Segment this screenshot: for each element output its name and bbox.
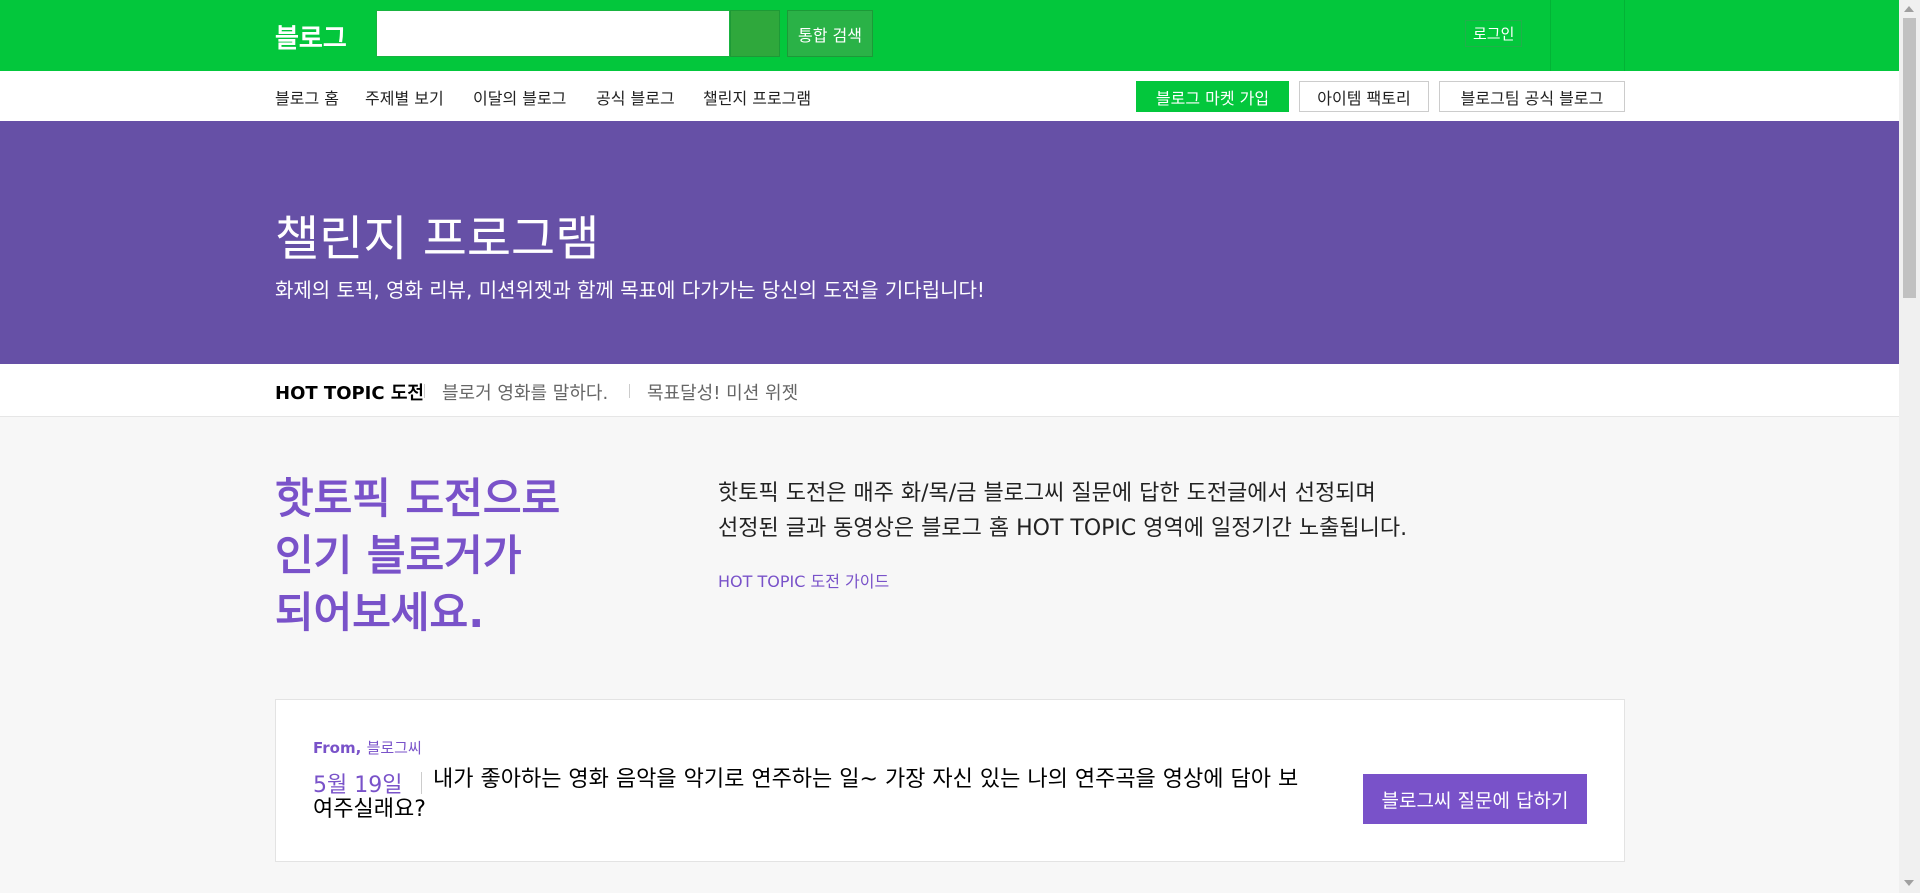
login-button[interactable]: 로그인 xyxy=(1465,20,1523,47)
main-nav: 블로그 홈 주제별 보기 이달의 블로그 공식 블로그 챌린지 프로그램 블로그… xyxy=(0,71,1899,125)
nav-item-blog-home[interactable]: 블로그 홈 xyxy=(275,85,339,109)
from-name: 블로그씨 xyxy=(366,739,422,757)
nav-item-by-topic[interactable]: 주제별 보기 xyxy=(365,85,444,109)
scroll-down-icon[interactable] xyxy=(1904,880,1914,886)
intro-headline-line: 인기 블로거가 xyxy=(275,531,522,580)
intro-description-line: 선정된 글과 동영상은 블로그 홈 HOT TOPIC 영역에 일정기간 노출됩… xyxy=(718,516,1408,541)
challenge-tabs: HOT TOPIC 도전 블로거 영화를 말하다. 목표달성! 미션 위젯 xyxy=(0,364,1899,417)
intro-headline-line: 핫토픽 도전으로 xyxy=(275,474,561,523)
page-subtitle: 화제의 토픽, 영화 리뷰, 미션위젯과 함께 목표에 다가가는 당신의 도전을… xyxy=(275,278,985,302)
scroll-thumb[interactable] xyxy=(1903,18,1916,298)
from-prefix: From, xyxy=(313,739,362,757)
hero-banner: 챌린지 프로그램 화제의 토픽, 영화 리뷰, 미션위젯과 함께 목표에 다가가… xyxy=(0,121,1899,364)
answer-question-button[interactable]: 블로그씨 질문에 답하기 xyxy=(1363,774,1587,824)
tab-divider xyxy=(424,384,425,398)
intro-description-line: 핫토픽 도전은 매주 화/목/금 블로그씨 질문에 답한 도전글에서 선정되며 xyxy=(718,481,1376,506)
nav-item-challenge-program[interactable]: 챌린지 프로그램 xyxy=(703,85,812,125)
page-title: 챌린지 프로그램 xyxy=(275,211,600,267)
scroll-up-icon[interactable] xyxy=(1904,6,1914,12)
nav-item-official-blog[interactable]: 공식 블로그 xyxy=(596,85,675,109)
tab-hot-topic[interactable]: HOT TOPIC 도전 xyxy=(275,379,424,405)
blogc-question-card: From, 블로그씨 5월 19일 내가 좋아하는 영화 음악을 악기로 연주하… xyxy=(275,699,1625,862)
question-text: 내가 좋아하는 영화 음악을 악기로 연주하는 일~ 가장 자신 있는 나의 연… xyxy=(313,767,1299,822)
vertical-scrollbar[interactable] xyxy=(1899,0,1920,893)
unified-search-button[interactable]: 통합 검색 xyxy=(787,10,873,57)
search-button[interactable] xyxy=(730,10,780,57)
from-label: From, 블로그씨 xyxy=(313,737,422,758)
blog-team-official-button[interactable]: 블로그팀 공식 블로그 xyxy=(1439,81,1625,112)
blog-logo[interactable]: 블로그 xyxy=(275,18,347,55)
intro-headline: 핫토픽 도전으로 인기 블로거가 되어보세요. xyxy=(275,470,560,641)
top-header: 블로그 통합 검색 로그인 xyxy=(0,0,1899,71)
search-input[interactable] xyxy=(376,10,730,57)
tab-divider xyxy=(629,384,630,398)
header-divider xyxy=(1550,0,1551,71)
tab-mission-widget[interactable]: 목표달성! 미션 위젯 xyxy=(647,379,798,405)
tab-blogger-movie[interactable]: 블로거 영화를 말하다. xyxy=(442,379,608,405)
blog-market-join-button[interactable]: 블로그 마켓 가입 xyxy=(1136,81,1289,112)
header-divider xyxy=(1624,0,1625,71)
hot-topic-guide-link[interactable]: HOT TOPIC 도전 가이드 xyxy=(718,568,889,592)
intro-headline-line: 되어보세요. xyxy=(275,588,485,637)
nav-item-blog-of-month[interactable]: 이달의 블로그 xyxy=(473,85,566,109)
item-factory-button[interactable]: 아이템 팩토리 xyxy=(1299,81,1429,112)
